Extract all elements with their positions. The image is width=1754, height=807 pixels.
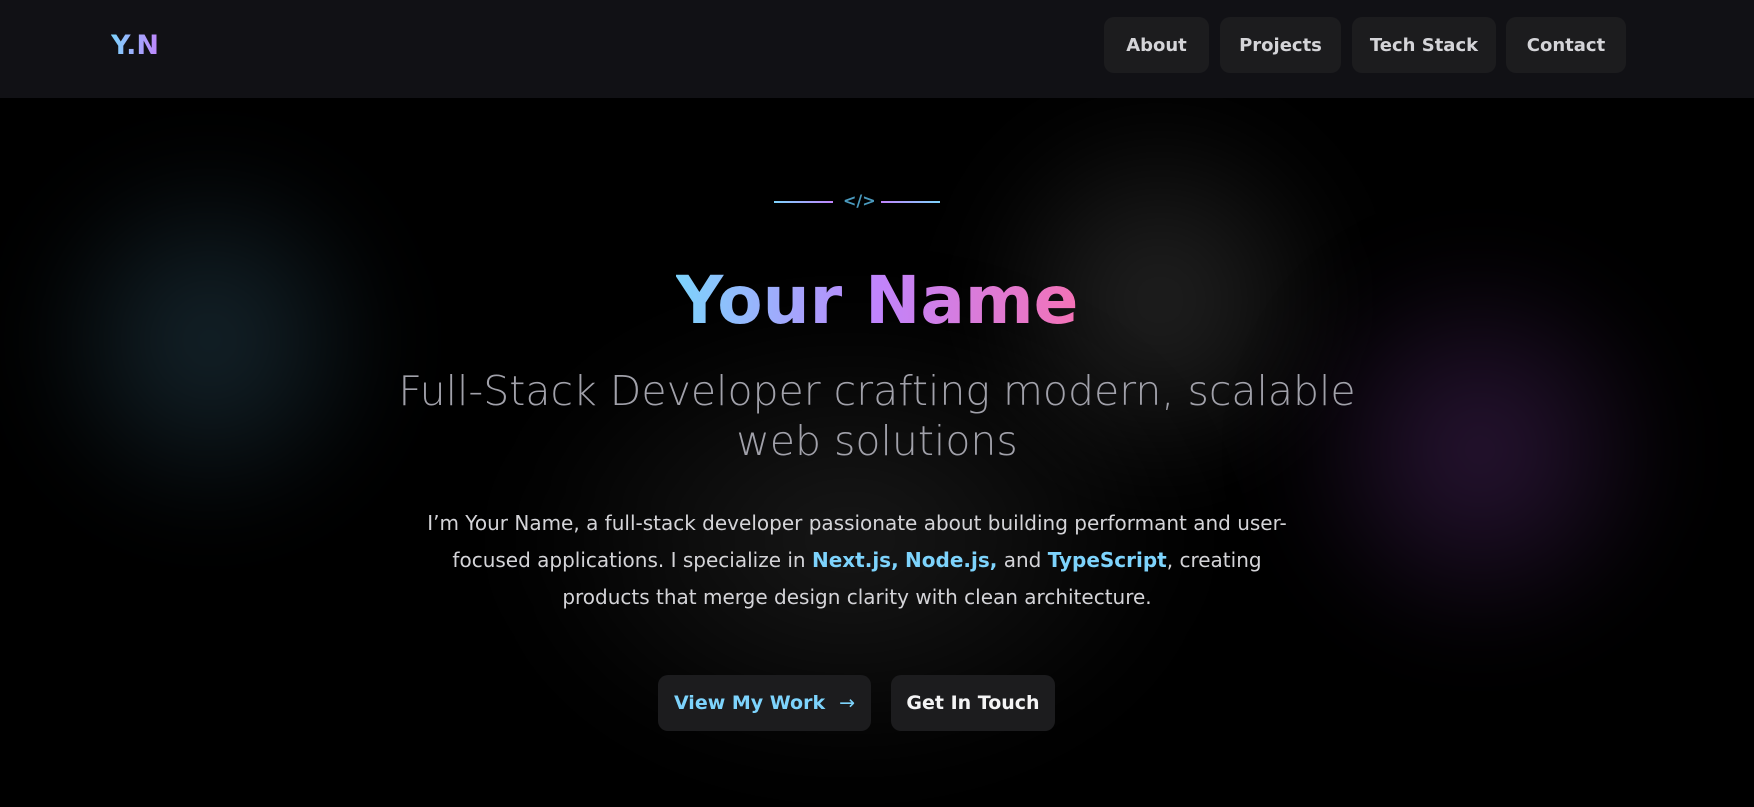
code-divider: </> xyxy=(774,191,940,210)
hero-subtitle: Full-Stack Developer crafting modern, sc… xyxy=(398,367,1356,465)
logo-dot: . xyxy=(126,30,137,61)
arrow-right-icon: → xyxy=(839,692,856,714)
hero-intro: I’m Your Name, a full-stack developer pa… xyxy=(427,505,1287,616)
divider-line-right xyxy=(881,201,940,203)
intro-and: and xyxy=(997,548,1048,572)
divider-line-left xyxy=(774,201,833,203)
nav-projects[interactable]: Projects xyxy=(1220,17,1341,73)
hero-title-text: Your Name xyxy=(675,262,1079,339)
teal-glow xyxy=(20,150,400,530)
view-my-work-button[interactable]: View My Work → xyxy=(658,675,871,731)
nav-contact[interactable]: Contact xyxy=(1506,17,1626,73)
site-header: Y.N About Projects Tech Stack Contact xyxy=(0,0,1754,98)
tech-nodejs: Node.js, xyxy=(905,548,998,572)
logo-n: N xyxy=(136,30,159,61)
tech-nextjs: Next.js, xyxy=(811,548,899,572)
code-icon: </> xyxy=(843,191,876,210)
logo-y: Y xyxy=(111,30,127,61)
nav-about[interactable]: About xyxy=(1104,17,1209,73)
view-my-work-label: View My Work xyxy=(673,692,826,714)
logo[interactable]: Y.N xyxy=(111,30,159,61)
get-in-touch-button[interactable]: Get In Touch xyxy=(891,675,1055,731)
hero-title: Your Name xyxy=(0,262,1754,339)
tech-typescript: TypeScript xyxy=(1047,548,1167,572)
nav-tech-stack[interactable]: Tech Stack xyxy=(1352,17,1496,73)
